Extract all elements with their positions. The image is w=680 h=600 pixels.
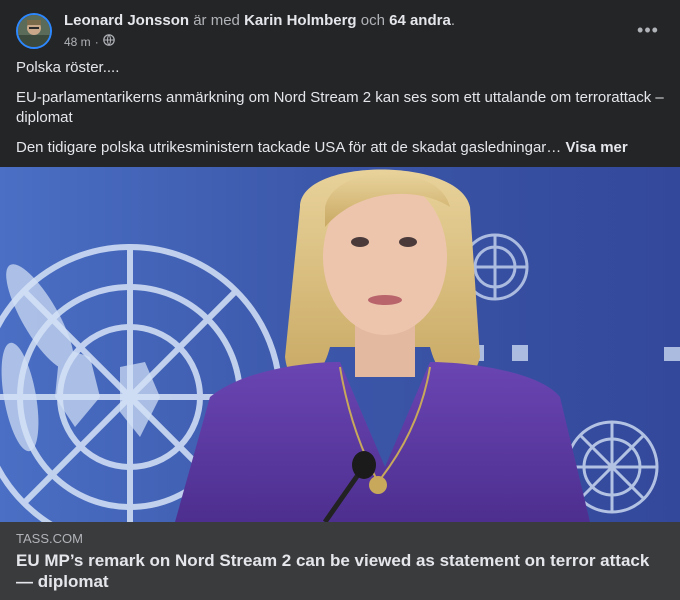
- preview-photo: [0, 167, 680, 522]
- post-line-3: Den tidigare polska utrikesministern tac…: [16, 138, 666, 158]
- meta-dot: ·: [94, 35, 99, 49]
- post-text: Polska röster.... EU-parlamentarikerns a…: [16, 58, 666, 166]
- post-line-3-text: Den tidigare polska utrikesministern tac…: [16, 139, 562, 156]
- more-options-glyph: •••: [637, 19, 659, 40]
- with-text: är med: [193, 12, 240, 29]
- tagged-others[interactable]: 64 andra: [389, 12, 451, 29]
- post-header: Leonard Jonsson är med Karin Holmberg oc…: [0, 0, 680, 60]
- post-line-1: Polska röster....: [16, 59, 120, 76]
- see-more-link[interactable]: Visa mer: [565, 139, 627, 156]
- link-domain: TASS.COM: [16, 531, 83, 546]
- avatar-image: [18, 15, 50, 47]
- tagged-person[interactable]: Karin Holmberg: [244, 12, 357, 29]
- author-name[interactable]: Leonard Jonsson: [64, 12, 189, 29]
- globe-icon: [102, 34, 115, 50]
- post-line-2: EU-parlamentarikerns anmärkning om Nord …: [16, 89, 664, 126]
- author-avatar[interactable]: [16, 13, 52, 49]
- post-meta: 48 m ·: [64, 34, 115, 50]
- link-preview-image[interactable]: [0, 167, 680, 522]
- post-time[interactable]: 48 m: [64, 34, 91, 50]
- link-title[interactable]: EU MP’s remark on Nord Stream 2 can be v…: [16, 550, 666, 592]
- author-line: Leonard Jonsson är med Karin Holmberg oc…: [64, 11, 455, 31]
- link-preview[interactable]: TASS.COM EU MP’s remark on Nord Stream 2…: [0, 522, 680, 600]
- more-options-icon[interactable]: •••: [632, 14, 664, 46]
- and-text: och: [360, 12, 385, 29]
- period: .: [450, 12, 455, 29]
